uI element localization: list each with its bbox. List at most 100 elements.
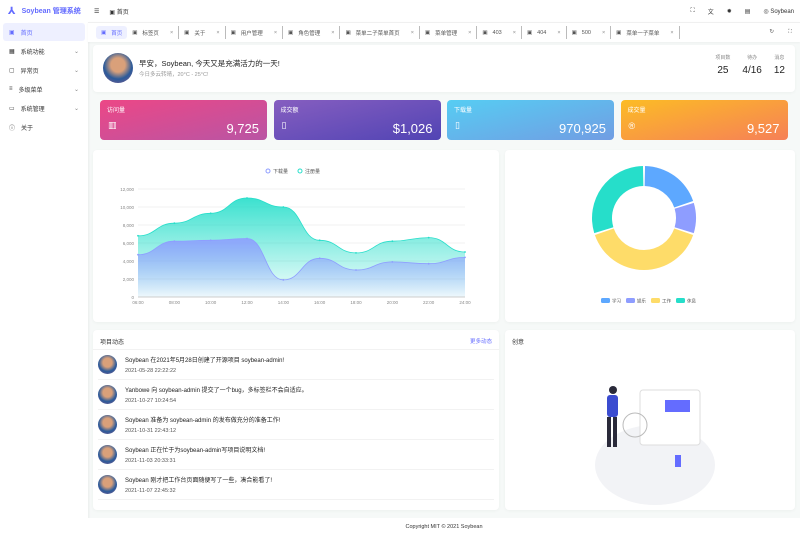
legend-label: 休息 <box>687 298 696 305</box>
tab[interactable]: ▣ 关于 × <box>179 26 226 39</box>
pie-slice <box>674 202 696 234</box>
more-activity-link[interactable]: 更多动态 <box>470 337 492 345</box>
tab[interactable]: ▣ 首页 <box>96 26 128 39</box>
logo-icon: ⅄ <box>8 5 16 17</box>
legend-label: 下载量 <box>273 168 288 175</box>
y-tick-label: 2,000 <box>123 277 135 282</box>
line-chart-card: 0 2,000 4,000 6,000 8,000 10,000 12,000 06:00 08… <box>93 150 499 322</box>
data-point <box>355 269 357 271</box>
tab-icon: ▣ <box>101 29 107 36</box>
header: ☰ ▣ 首页 ⛶ 文 ✹ ▤ ◎ Soybean <box>88 0 800 22</box>
avatar <box>98 385 117 404</box>
greeting-stat: 待办 4/16 <box>742 55 762 76</box>
y-tick-label: 8,000 <box>123 223 135 228</box>
pie-slice <box>644 166 694 208</box>
close-tab-icon[interactable]: × <box>216 30 219 36</box>
pie-chart: 学习 娱乐 工作 休息 <box>592 166 696 305</box>
close-tab-icon[interactable]: × <box>274 30 277 36</box>
stat-icon: ▯ <box>281 120 287 130</box>
legend-label: 娱乐 <box>637 298 646 305</box>
legend-label: 注册量 <box>305 168 320 175</box>
app-title: Soybean 管理系统 <box>21 8 81 15</box>
y-tick-label: 4,000 <box>123 259 135 264</box>
activity-item[interactable]: Soybean 刚才把工作台页面随便写了一些，凑合能看了! 2021-11-07 … <box>98 470 494 500</box>
tab[interactable]: ▣ 403 × <box>477 26 522 39</box>
greeting-stat: 项目数 25 <box>715 55 731 76</box>
sidebar-item[interactable]: ≡ 多级菜单 ⌄ <box>3 80 85 98</box>
sidebar-item[interactable]: ▦ 系统功能 ⌄ <box>3 42 85 60</box>
tab[interactable]: ▣ 500 × <box>567 26 612 39</box>
close-tab-icon[interactable]: × <box>331 30 334 36</box>
pie-chart-card: 学习 娱乐 工作 休息 <box>505 150 795 322</box>
tab[interactable]: ▣ 菜单一子菜单 × <box>611 26 680 39</box>
data-point <box>318 239 321 242</box>
tab[interactable]: ▣ 用户管理 × <box>226 26 284 39</box>
avatar <box>98 445 117 464</box>
tab[interactable]: ▣ 角色管理 × <box>283 26 341 39</box>
activity-item[interactable]: Soybean 准备为 soybean-admin 的发布做充分的准备工作! 20… <box>98 410 494 440</box>
activity-item[interactable]: Soybean 在2021年5月28日创建了开源项目 soybean-admin… <box>98 350 494 380</box>
sidebar-item[interactable]: ▢ 异常页 ⌄ <box>3 61 85 79</box>
data-point <box>464 256 466 259</box>
avatar <box>98 415 117 434</box>
close-tab-icon[interactable]: × <box>170 30 173 36</box>
close-tab-icon[interactable]: × <box>602 30 605 36</box>
data-point <box>391 261 394 263</box>
legend-marker <box>626 298 635 303</box>
sidebar-item[interactable]: ⓘ 关于 <box>3 118 85 136</box>
activity-item[interactable]: Soybean 正在忙于为soybean-admin写项目说明文档! 2021-1… <box>98 440 494 470</box>
tab[interactable]: ▣ 404 × <box>522 26 567 39</box>
close-tab-icon[interactable]: × <box>557 30 560 36</box>
close-tab-icon[interactable]: × <box>411 30 414 36</box>
sidebar: ⅄ Soybean 管理系统 ▣ 首页 ▦ 系统功能 ⌄ ▢ 异常页 ⌄ ≡ 多级菜单 ⌄ ▭ 系统管理 ⌄… <box>0 0 88 536</box>
chevron-down-icon: ⌄ <box>73 86 79 93</box>
stat-card: 成交量 ® 9,527 <box>620 100 788 140</box>
stat-icon: ▥ <box>108 120 117 130</box>
legend-marker <box>676 298 685 303</box>
data-point <box>173 240 176 243</box>
data-point <box>137 234 139 237</box>
sidebar-item[interactable]: ▣ 首页 <box>3 23 85 41</box>
avatar <box>98 475 117 494</box>
settings-icon[interactable]: ▤ <box>745 8 751 15</box>
theme-icon[interactable]: ✹ <box>727 8 732 15</box>
x-tick-label: 08:00 <box>169 300 181 305</box>
creative-card: 创意 <box>505 330 795 510</box>
chevron-down-icon: ⌄ <box>73 105 79 112</box>
x-tick-label: 10:00 <box>205 300 217 305</box>
close-tab-icon[interactable]: × <box>468 30 471 36</box>
fullscreen-icon[interactable]: ⛶ <box>690 8 694 15</box>
y-tick-label: 10,000 <box>120 205 134 210</box>
close-tab-icon[interactable]: × <box>513 30 516 36</box>
x-tick-label: 22:00 <box>423 300 435 305</box>
activity-item[interactable]: Yanbowe 向 soybean-admin 提交了一个bug，多标签栏不会自… <box>98 380 494 410</box>
sidebar-item[interactable]: ▭ 系统管理 ⌄ <box>3 99 85 117</box>
tab[interactable]: ▣ 菜单二子菜单首页 × <box>340 26 420 39</box>
pie-slice <box>592 166 644 234</box>
greeting-card: 早安，Soybean, 今天又是充满活力的一天! 今日多云转晴，20°C - 2… <box>93 45 795 92</box>
refresh-icon[interactable]: ↻ <box>770 29 775 36</box>
tab-icon: ▣ <box>482 29 488 36</box>
tab[interactable]: ▣ 菜单管理 × <box>420 26 478 39</box>
stat-card: 成交额 ▯ $1,026 <box>273 100 441 140</box>
menu-icon: ≡ <box>9 86 13 92</box>
y-tick-label: 12,000 <box>120 187 134 192</box>
user-menu[interactable]: ◎ Soybean <box>763 8 794 15</box>
breadcrumb[interactable]: ▣ 首页 <box>109 7 128 16</box>
tab[interactable]: ▣ 标签页 × <box>127 26 180 39</box>
data-point <box>318 257 321 260</box>
creative-illustration <box>595 386 715 505</box>
x-tick-label: 18:00 <box>350 300 362 305</box>
language-icon[interactable]: 文 <box>708 7 714 16</box>
fullscreen-content-icon[interactable]: ⛶ <box>788 29 792 36</box>
grid-icon: ▦ <box>9 48 15 55</box>
logo[interactable]: ⅄ Soybean 管理系统 <box>0 0 88 22</box>
close-tab-icon[interactable]: × <box>670 30 673 36</box>
footer: Copyright MIT © 2021 Soybean <box>88 518 800 536</box>
collapse-menu-icon[interactable]: ☰ <box>94 8 99 15</box>
greeting-title: 早安，Soybean, 今天又是充满活力的一天! <box>139 59 280 68</box>
legend-marker <box>651 298 660 303</box>
legend-label: 学习 <box>612 298 621 305</box>
x-tick-label: 16:00 <box>314 300 326 305</box>
greeting-subtitle: 今日多云转晴，20°C - 25°C! <box>139 72 209 78</box>
